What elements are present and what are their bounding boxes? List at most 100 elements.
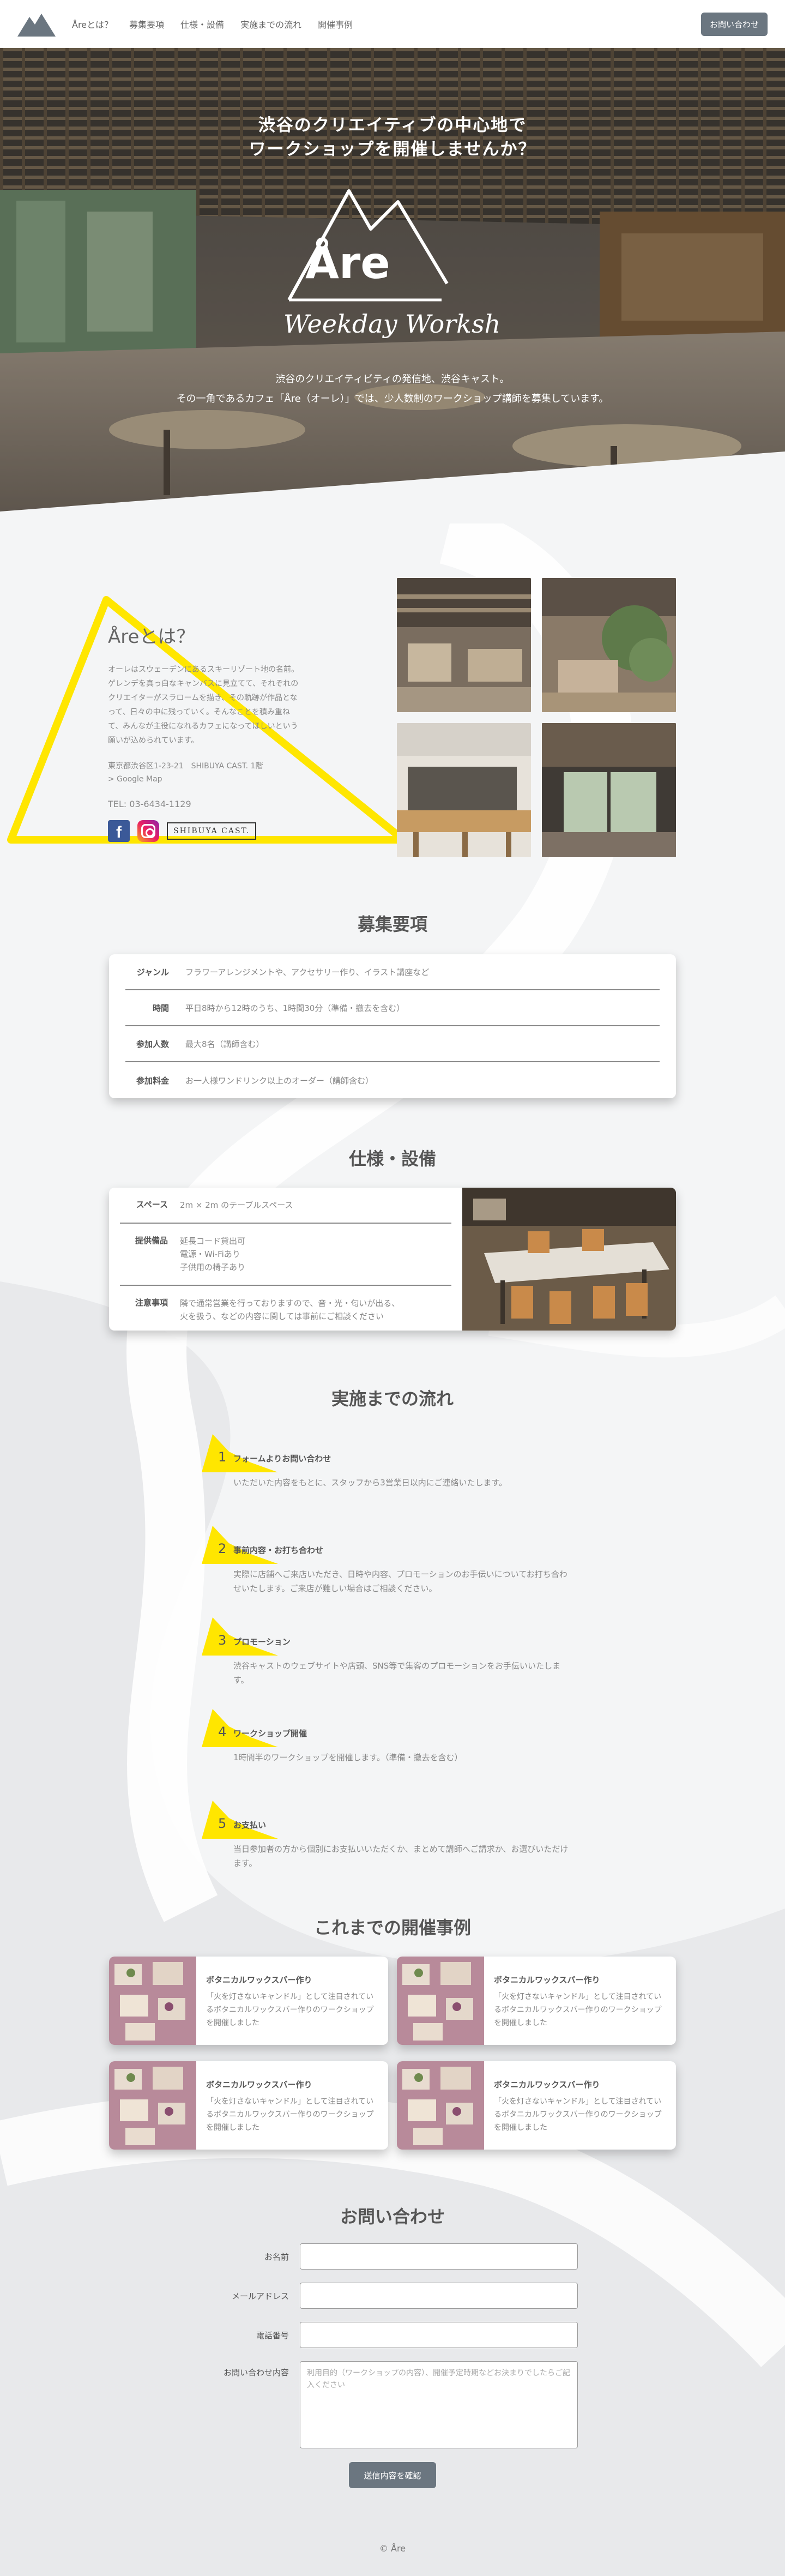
recruit-row: 参加人数 最大8名（講師含む） xyxy=(125,1026,660,1062)
flow-step-desc: 当日参加者の方から個別にお支払いいただくか、まとめて講師へご請求か、お選びいただ… xyxy=(233,1844,569,1868)
name-row: お名前 xyxy=(207,2243,578,2270)
about-photo-1 xyxy=(397,578,531,712)
case-photo xyxy=(109,1957,196,2045)
hero-title-line1: 渋谷のクリエイティブの中心地で xyxy=(258,116,527,135)
contact-title: お問い合わせ xyxy=(340,2206,445,2227)
main-nav: Åreとは？ 募集要項 仕様・設備 実施までの流れ 開催事例 xyxy=(72,17,353,31)
nav-item-spec[interactable]: 仕様・設備 xyxy=(180,17,224,31)
submit-button[interactable]: 送信内容を確認 xyxy=(349,2462,436,2488)
recruit-row: ジャンル フラワーアレンジメントや、アクセサリー作り、イラスト講座など xyxy=(125,954,660,990)
hero-title: 渋谷のクリエイティブの中心地で ワークショップを開催しませんか？ xyxy=(0,113,785,161)
case-photo xyxy=(397,2061,484,2150)
google-map-link[interactable]: > Google Map xyxy=(108,773,304,786)
mountain-logo[interactable] xyxy=(17,11,56,37)
spec-line: 電源・Wi-Fiあり xyxy=(180,1249,240,1259)
flow-step-number: 2 xyxy=(218,1541,227,1556)
email-input[interactable] xyxy=(300,2283,578,2309)
case-desc: 「火を灯さないキャンドル」として注目されているボタニカルワックスバー作りのワーク… xyxy=(494,1993,662,2027)
flow-step-number: 5 xyxy=(218,1816,227,1831)
recruit-value: 平日8時から12時のうち、1時間30分（準備・撤去を含む） xyxy=(185,1003,405,1013)
flow-step-name: お支払い xyxy=(233,1820,267,1830)
facebook-icon[interactable]: f xyxy=(108,820,130,842)
case-desc: 「火を灯さないキャンドル」として注目されているボタニカルワックスバー作りのワーク… xyxy=(206,1993,374,2027)
flow-step-desc: 1時間半のワークショップを開催します。（準備・撤去を含む） xyxy=(233,1753,463,1762)
flow-step-desc: 渋谷キャストのウェブサイトや店頭、SNS等で集客のプロモーションをお手伝いいたし… xyxy=(233,1661,560,1685)
recruit-row: 参加料金 お一人様ワンドリンク以上のオーダー（講師含む） xyxy=(125,1062,660,1098)
case-card[interactable]: ボタニカルワックスバー作り 「火を灯さないキャンドル」として注目されているボタニ… xyxy=(397,2061,676,2150)
nav-item-about[interactable]: Åreとは？ xyxy=(72,17,113,31)
spec-row: 提供備品 延長コード貸出可 電源・Wi-Fiあり 子供用の椅子あり xyxy=(120,1224,451,1286)
spec-label: スペース xyxy=(136,1200,168,1209)
spec-value: 2m × 2m のテーブルスペース xyxy=(180,1199,293,1212)
message-textarea[interactable]: 利用目的（ワークショップの内容）、開催予定時期などお決まりでしたらご記入ください xyxy=(300,2361,578,2448)
case-desc: 「火を灯さないキャンドル」として注目されているボタニカルワックスバー作りのワーク… xyxy=(206,2097,374,2132)
recruit-value: 最大8名（講師含む） xyxy=(185,1039,264,1049)
flow-step-number: 4 xyxy=(218,1724,227,1740)
case-card[interactable]: ボタニカルワックスバー作り 「火を灯さないキャンドル」として注目されているボタニ… xyxy=(109,1957,388,2045)
spec-value: 延長コード貸出可 電源・Wi-Fiあり 子供用の椅子あり xyxy=(180,1235,245,1274)
nav-item-flow[interactable]: 実施までの流れ xyxy=(240,17,301,31)
nav-item-cases[interactable]: 開催事例 xyxy=(318,17,353,31)
phone-input[interactable] xyxy=(300,2322,578,2348)
flow-step-name: プロモーション xyxy=(233,1637,291,1647)
recruit-label: 参加料金 xyxy=(136,1075,169,1086)
recruit-row: 時間 平日8時から12時のうち、1時間30分（準備・撤去を含む） xyxy=(125,990,660,1026)
social-links: f SHIBUYA CAST. xyxy=(108,820,304,842)
about-photo-3 xyxy=(397,723,531,857)
flow-title: 実施までの流れ xyxy=(331,1388,454,1409)
flow-step: 1 フォームよりお問い合わせ いただいた内容をもとに、スタッフから3営業日以内に… xyxy=(202,1429,583,1520)
about-section: Åreとは？ オーレはスウェーデンにあるスキーリゾート地の名前。ゲレンデを真っ白… xyxy=(0,578,785,862)
case-title: ボタニカルワックスバー作り xyxy=(494,2080,600,2090)
flow-step-number: 1 xyxy=(218,1449,227,1465)
recruit-title: 募集要項 xyxy=(357,914,427,935)
are-emblem: Åre Weekday Workshop xyxy=(283,189,502,339)
spec-label: 提供備品 xyxy=(135,1236,168,1245)
spec-list: スペース 2m × 2m のテーブルスペース 提供備品 延長コード貸出可 電源・… xyxy=(109,1188,462,1334)
spec-row: 注意事項 隣で通常営業を行っておりますので、音・光・匂いが出る、 火を扱う、など… xyxy=(120,1286,451,1334)
about-photo-grid xyxy=(397,578,676,857)
flow-step-number: 3 xyxy=(218,1633,227,1648)
name-input[interactable] xyxy=(300,2243,578,2270)
flow-step: 4 ワークショップ開催 1時間半のワークショップを開催します。（準備・撤去を含む… xyxy=(202,1704,583,1795)
flow-step-name: 事前内容・お打ち合わせ xyxy=(233,1545,324,1555)
spec-value: 隣で通常営業を行っておりますので、音・光・匂いが出る、 火を扱う、などの内容に関… xyxy=(180,1297,400,1323)
site-header: Åreとは？ 募集要項 仕様・設備 実施までの流れ 開催事例 お問い合わせ xyxy=(0,0,785,48)
spec-title: 仕様・設備 xyxy=(348,1148,436,1169)
spec-table-photo xyxy=(462,1188,676,1331)
about-title: Åreとは？ xyxy=(108,626,195,648)
flow-step: 2 事前内容・お打ち合わせ 実際に店舗へご来店いただき、日時や内容、プロモーショ… xyxy=(202,1520,583,1612)
recruit-label: 時間 xyxy=(152,1003,169,1013)
spec-line: 2m × 2m のテーブルスペース xyxy=(180,1200,293,1210)
name-label: お名前 xyxy=(264,2252,289,2262)
phone-row: 電話番号 xyxy=(207,2322,578,2348)
hero-section: 渋谷のクリエイティブの中心地で ワークショップを開催しませんか？ Åre Wee… xyxy=(0,48,785,523)
nav-item-recruit[interactable]: 募集要項 xyxy=(129,17,164,31)
recruit-label: 参加人数 xyxy=(136,1039,169,1049)
spec-card: スペース 2m × 2m のテーブルスペース 提供備品 延長コード貸出可 電源・… xyxy=(109,1188,676,1331)
about-body: オーレはスウェーデンにあるスキーリゾート地の名前。ゲレンデを真っ白なキャンバスに… xyxy=(108,665,299,745)
flow-step-desc: いただいた内容をもとに、スタッフから3営業日以内にご連絡いたします。 xyxy=(233,1478,507,1488)
case-title: ボタニカルワックスバー作り xyxy=(494,1975,600,1985)
contact-button[interactable]: お問い合わせ xyxy=(701,12,768,36)
flow-steps: 1 フォームよりお問い合わせ いただいた内容をもとに、スタッフから3営業日以内に… xyxy=(202,1429,583,1887)
case-photo xyxy=(397,1957,484,2045)
about-text: Åreとは？ オーレはスウェーデンにあるスキーリゾート地の名前。ゲレンデを真っ白… xyxy=(108,622,304,842)
spec-row: スペース 2m × 2m のテーブルスペース xyxy=(120,1188,451,1224)
about-address: 東京都渋谷区1-23-21 SHIBUYA CAST. 1階 xyxy=(108,762,263,771)
flow-step-name: ワークショップ開催 xyxy=(233,1729,307,1738)
spec-label: 注意事項 xyxy=(135,1298,168,1308)
about-photo-4 xyxy=(542,723,676,857)
recruit-card: ジャンル フラワーアレンジメントや、アクセサリー作り、イラスト講座など 時間 平… xyxy=(109,954,676,1098)
case-title: ボタニカルワックスバー作り xyxy=(206,1975,312,1985)
flow-step-name: フォームよりお問い合わせ xyxy=(233,1454,331,1464)
instagram-icon[interactable] xyxy=(137,820,159,842)
footer-copyright: © Åre xyxy=(379,2543,406,2554)
message-row: お問い合わせ内容 利用目的（ワークショップの内容）、開催予定時期などお決まりでし… xyxy=(207,2361,578,2448)
about-address-block: 東京都渋谷区1-23-21 SHIBUYA CAST. 1階 > Google … xyxy=(108,760,304,786)
spec-line: 火を扱う、などの内容に関しては事前にご相談ください xyxy=(180,1311,384,1321)
case-card[interactable]: ボタニカルワックスバー作り 「火を灯さないキャンドル」として注目されているボタニ… xyxy=(397,1957,676,2045)
about-tel: TEL: 03-6434-1129 xyxy=(108,799,191,809)
shibuya-cast-badge[interactable]: SHIBUYA CAST. xyxy=(167,822,257,840)
spec-line: 延長コード貸出可 xyxy=(180,1236,246,1246)
case-card[interactable]: ボタニカルワックスバー作り 「火を灯さないキャンドル」として注目されているボタニ… xyxy=(109,2061,388,2150)
